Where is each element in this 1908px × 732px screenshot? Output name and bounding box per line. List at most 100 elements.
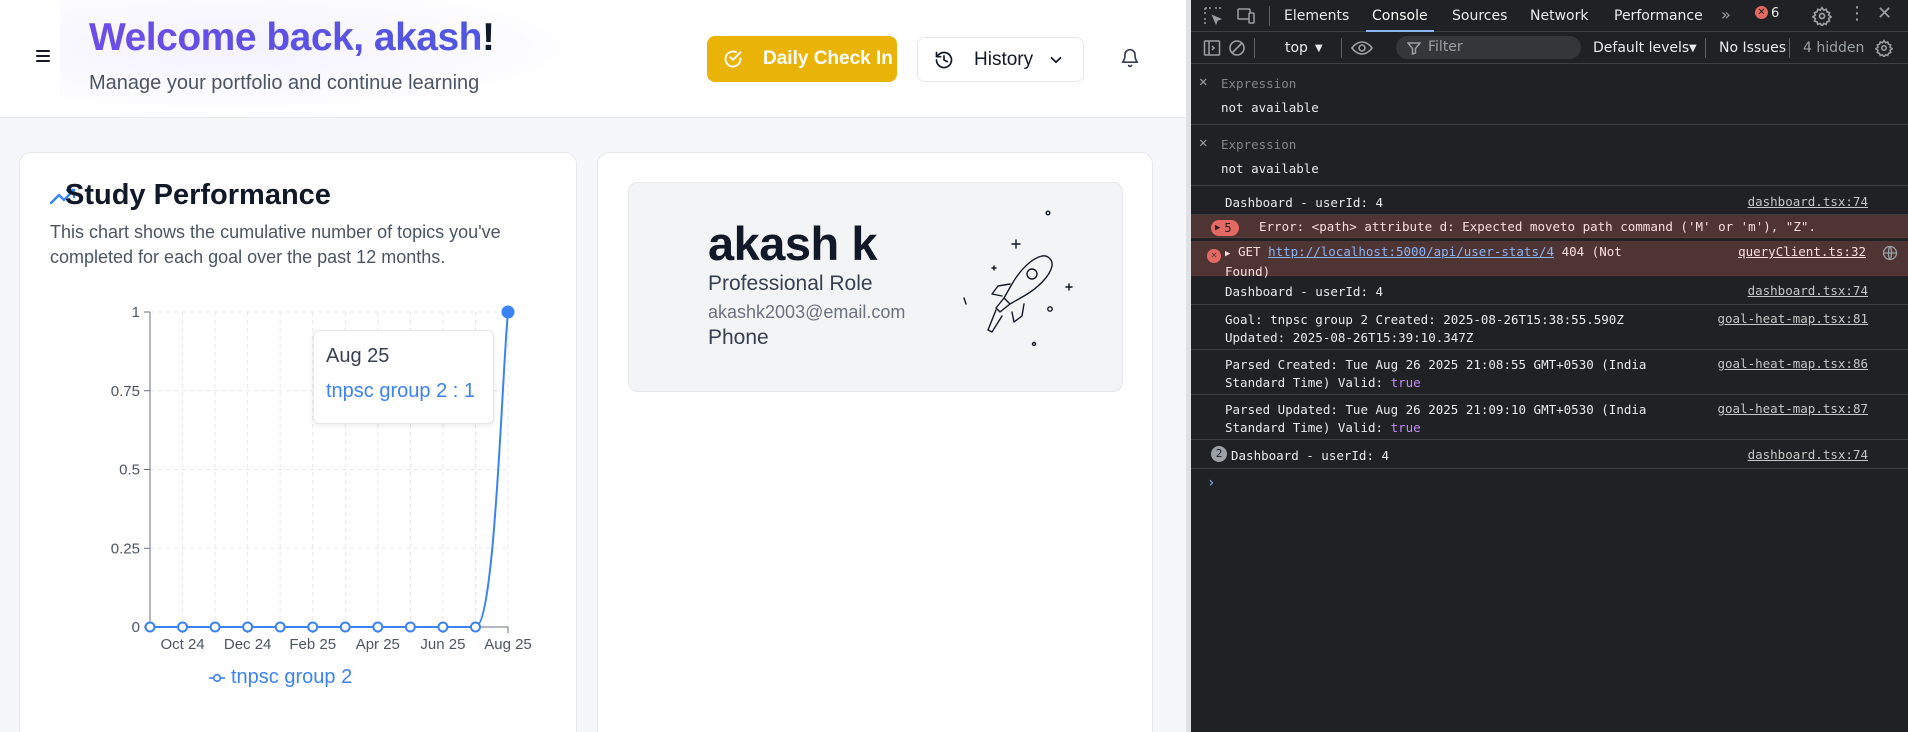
network-request-icon[interactable] [1882, 245, 1898, 261]
source-link[interactable]: goal-heat-map.tsx:86 [1717, 356, 1868, 371]
remove-expression-icon[interactable]: ✕ [1199, 74, 1207, 90]
data-point [307, 621, 319, 633]
log-levels-select[interactable]: Default levels [1593, 40, 1689, 56]
study-performance-description: This chart shows the cumulative number o… [50, 222, 501, 267]
active-data-point [501, 305, 515, 319]
source-link[interactable]: queryClient.ts:32 [1738, 244, 1866, 259]
console-toolbar: top ▼ Filter Default levels ▼ No Issues … [1191, 32, 1908, 64]
data-point [274, 621, 286, 633]
y-tick-label: 0 [132, 619, 140, 636]
prompt-chevron-icon: › [1207, 475, 1216, 491]
error-icon[interactable]: ✕ [1755, 6, 1768, 19]
context-dropdown-icon[interactable]: ▼ [1315, 43, 1323, 54]
source-link[interactable]: dashboard.tsx:74 [1748, 194, 1868, 209]
tooltip-value: tnpsc group 2 : 1 [326, 380, 475, 402]
app-panel: Welcome back, akash! Manage your portfol… [0, 0, 1186, 732]
tab-sources[interactable]: Sources [1452, 8, 1507, 24]
data-point [437, 621, 449, 633]
request-url-link[interactable]: http://localhost:5000/api/user-stats/4 [1268, 244, 1554, 259]
error-icon: ✕ [1207, 249, 1221, 263]
hidden-count: 4 hidden [1803, 40, 1865, 56]
repeat-count-badge: 2 [1211, 446, 1227, 462]
expression-input[interactable]: Expression [1221, 76, 1296, 91]
live-expression: ✕ Expression not available [1191, 125, 1908, 186]
console-message: Parsed Updated: Tue Aug 26 2025 21:09:10… [1191, 395, 1908, 440]
tab-performance[interactable]: Performance [1614, 8, 1703, 24]
daily-check-in-button[interactable]: Daily Check In [707, 36, 897, 82]
data-point [209, 621, 221, 633]
expand-arrow-icon[interactable]: ▶ [1225, 249, 1230, 259]
console-error-message: ▶ 5 Error: <path> attribute d: Expected m… [1191, 215, 1908, 238]
live-expression: ✕ Expression not available [1191, 64, 1908, 125]
bell-icon[interactable] [1120, 48, 1140, 68]
remove-expression-icon[interactable]: ✕ [1199, 135, 1207, 151]
live-expression-eye-icon[interactable] [1351, 40, 1373, 56]
profile-email: akashk2003@email.com [708, 302, 906, 322]
header-subtitle: Manage your portfolio and continue learn… [89, 72, 480, 94]
close-devtools-icon[interactable]: ✕ [1877, 3, 1892, 24]
console-message: Goal: tnpsc group 2 Created: 2025-08-26T… [1191, 305, 1908, 350]
data-point [339, 621, 351, 633]
profile-phone: Phone [708, 326, 769, 349]
profile-name: akash k [708, 217, 877, 270]
sidebar-toggle-icon[interactable] [1203, 39, 1221, 57]
tab-network[interactable]: Network [1530, 8, 1588, 24]
source-link[interactable]: goal-heat-map.tsx:81 [1717, 311, 1868, 326]
data-point [404, 621, 416, 633]
context-select[interactable]: top [1285, 40, 1308, 56]
x-tick-label: Feb 25 [289, 636, 336, 653]
more-tabs-icon[interactable]: » [1721, 5, 1731, 24]
tooltip-date: Aug 25 [326, 345, 390, 367]
x-tick-label: Apr 25 [356, 636, 400, 653]
y-tick-label: 1 [132, 304, 140, 321]
expression-input[interactable]: Expression [1221, 137, 1296, 152]
x-tick-label: Dec 24 [224, 636, 272, 653]
devtools-panel: Elements Console Sources Network Perform… [1191, 0, 1908, 732]
console-message: Dashboard - userId: 4 dashboard.tsx:74 [1191, 186, 1908, 215]
y-tick-label: 0.25 [111, 540, 140, 557]
x-tick-label: Jun 25 [420, 636, 465, 653]
welcome-heading: Welcome back, akash! [89, 16, 495, 59]
profile-role: Professional Role [708, 272, 873, 295]
error-count[interactable]: 6 [1771, 6, 1779, 21]
device-toolbar-icon[interactable] [1236, 6, 1256, 26]
console-settings-icon[interactable] [1875, 39, 1893, 57]
expression-value: not available [1221, 161, 1319, 176]
source-link[interactable]: dashboard.tsx:74 [1748, 283, 1868, 298]
tab-console[interactable]: Console [1366, 8, 1434, 32]
console-output: ✕ Expression not available ✕ Expression … [1191, 64, 1908, 499]
clear-console-icon[interactable] [1228, 39, 1246, 57]
settings-gear-icon[interactable] [1812, 6, 1832, 26]
expression-value: not available [1221, 100, 1319, 115]
data-point [144, 621, 156, 633]
error-group-badge[interactable]: ▶ 5 [1211, 220, 1239, 236]
issues-button[interactable]: No Issues [1719, 40, 1786, 56]
devtools-tab-bar: Elements Console Sources Network Perform… [1191, 0, 1908, 32]
history-icon [935, 51, 953, 68]
console-message: Parsed Created: Tue Aug 26 2025 21:08:55… [1191, 350, 1908, 395]
tab-elements[interactable]: Elements [1284, 8, 1349, 24]
x-tick-label: Oct 24 [160, 636, 204, 653]
chevron-down-icon [1050, 56, 1062, 64]
console-filter-input[interactable]: Filter [1396, 36, 1581, 59]
study-performance-title: Study Performance [65, 179, 331, 211]
console-prompt[interactable]: › [1191, 469, 1908, 499]
source-link[interactable]: goal-heat-map.tsx:87 [1717, 401, 1868, 416]
kebab-menu-icon[interactable]: ⋮ [1848, 3, 1866, 24]
history-button[interactable]: History [917, 37, 1084, 82]
console-error-message: ✕ ▶ GET http://localhost:5000/api/user-s… [1191, 241, 1908, 279]
console-message: 2 Dashboard - userId: 4 dashboard.tsx:74 [1191, 440, 1908, 469]
data-point [177, 621, 189, 633]
menu-icon[interactable] [34, 48, 54, 64]
data-point [469, 621, 481, 633]
levels-dropdown-icon[interactable]: ▼ [1689, 43, 1697, 54]
legend-line-icon [209, 673, 225, 682]
rocket-icon [963, 210, 1073, 346]
x-tick-label: Aug 25 [484, 636, 532, 653]
chart-legend-item[interactable]: tnpsc group 2 [209, 666, 352, 689]
check-circle-icon [724, 50, 742, 68]
source-link[interactable]: dashboard.tsx:74 [1748, 447, 1868, 462]
inspect-element-icon[interactable] [1203, 6, 1223, 26]
data-point [242, 621, 254, 633]
filter-icon [1407, 42, 1421, 55]
